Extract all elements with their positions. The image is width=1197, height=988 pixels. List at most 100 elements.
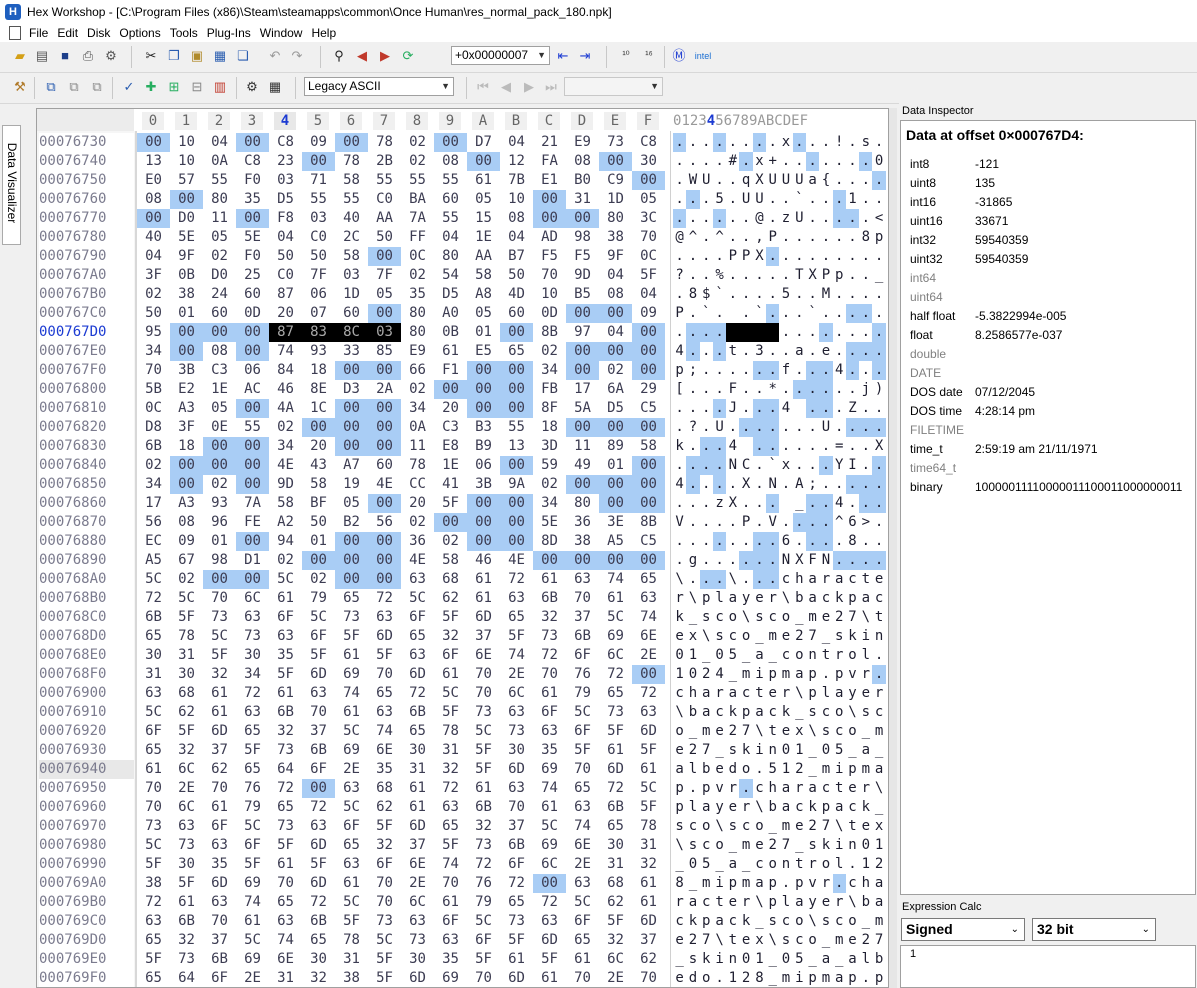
hex-byte-cell[interactable]: 04 bbox=[137, 247, 170, 266]
hex-byte-cell[interactable]: 6D bbox=[401, 969, 434, 987]
hex-byte-cell[interactable]: 05 bbox=[335, 494, 368, 513]
hex-byte-cell[interactable]: 6C bbox=[533, 855, 566, 874]
ascii-cell[interactable]: 4...t.3..a.e.... bbox=[673, 342, 887, 361]
ascii-cell[interactable]: e 2 7 \ t e x \ s c o _ m e 2 7 bbox=[673, 931, 887, 950]
hex-byte-cell[interactable]: 73 bbox=[368, 912, 401, 931]
hex-byte-cell[interactable]: 00 bbox=[566, 475, 599, 494]
hex-byte-cell[interactable]: 6F bbox=[566, 722, 599, 741]
hex-byte-cell[interactable]: 30 bbox=[137, 646, 170, 665]
sign-mode-select[interactable]: Signed ⌄ bbox=[901, 918, 1025, 941]
hex-byte-cell[interactable]: 55 bbox=[335, 190, 368, 209]
hex-byte-cell[interactable]: 02 bbox=[137, 456, 170, 475]
hex-byte-cell[interactable]: 5B bbox=[137, 380, 170, 399]
hex-byte-cell[interactable]: 5F bbox=[599, 912, 632, 931]
hex-byte-cell[interactable]: C0 bbox=[302, 228, 335, 247]
hex-byte-cell[interactable]: D5 bbox=[599, 399, 632, 418]
hex-byte-cell[interactable]: 73 bbox=[170, 836, 203, 855]
hex-byte-cell[interactable]: 9F bbox=[599, 247, 632, 266]
hex-byte-cell[interactable]: F8 bbox=[269, 209, 302, 228]
hex-byte-cell[interactable]: 00 bbox=[632, 456, 665, 475]
hex-byte-cell[interactable]: 21 bbox=[533, 133, 566, 152]
structure-icon[interactable]: ⊞ bbox=[165, 78, 183, 96]
hex-byte-cell[interactable]: 6D bbox=[203, 722, 236, 741]
hex-byte-cell[interactable]: 00 bbox=[236, 323, 269, 342]
hex-byte-cell[interactable]: 37 bbox=[467, 627, 500, 646]
hex-byte-cell[interactable]: 00 bbox=[632, 342, 665, 361]
hex-byte-cell[interactable]: 30 bbox=[236, 646, 269, 665]
hex-byte-cell[interactable]: 5C bbox=[269, 570, 302, 589]
inspector-row[interactable]: uint32 59540359 bbox=[910, 250, 1195, 269]
table-row[interactable]: 000767D0 95 00 00 00 87 83 8C 03 80 0B 01 00 8B 97 04 00… bbox=[37, 323, 888, 342]
hex-byte-cell[interactable]: 63 bbox=[368, 703, 401, 722]
hex-byte-cell[interactable]: 13 bbox=[137, 152, 170, 171]
hex-byte-cell[interactable]: 63 bbox=[302, 684, 335, 703]
ascii-cell[interactable]: \ b a c k p a c k _ s c o \ s c bbox=[673, 703, 887, 722]
hex-byte-cell[interactable]: 80 bbox=[401, 304, 434, 323]
hex-byte-cell[interactable]: 6B bbox=[500, 836, 533, 855]
hex-byte-cell[interactable]: 61 bbox=[335, 874, 368, 893]
table-row[interactable]: 00076890 A5 67 98 D1 02 00 00 00 4E 58 46 4E 00 00 00 00… bbox=[37, 551, 888, 570]
base-converter-icon[interactable]: ¹⁶ bbox=[640, 47, 658, 65]
hex-byte-cell[interactable]: 32 bbox=[368, 836, 401, 855]
hex-byte-cell[interactable]: 00 bbox=[467, 513, 500, 532]
table-row[interactable]: 00076780 40 5E 05 5E 04 C0 2C 50 FF 04 1E 04 AD 98 38 70… bbox=[37, 228, 888, 247]
hex-byte-cell[interactable]: AD bbox=[533, 228, 566, 247]
hex-byte-cell[interactable]: 70 bbox=[434, 874, 467, 893]
hex-byte-cell[interactable]: 8C bbox=[335, 323, 368, 342]
hex-byte-cell[interactable]: 8D bbox=[533, 532, 566, 551]
hex-byte-cell[interactable]: 5F bbox=[434, 703, 467, 722]
hex-byte-cell[interactable]: 5F bbox=[632, 741, 665, 760]
hex-byte-cell[interactable]: 5F bbox=[302, 855, 335, 874]
hex-byte-cell[interactable]: 41 bbox=[434, 475, 467, 494]
hex-byte-cell[interactable]: 69 bbox=[236, 950, 269, 969]
hex-byte-cell[interactable]: 0C bbox=[632, 247, 665, 266]
table-row[interactable]: 00076860 17 A3 93 7A 58 BF 05 00 20 5F 00 00 34 80 00 00… bbox=[37, 494, 888, 513]
hex-byte-cell[interactable]: 56 bbox=[137, 513, 170, 532]
chevron-down-icon[interactable]: ⌄ bbox=[1142, 919, 1150, 940]
hex-byte-cell[interactable]: 00 bbox=[170, 323, 203, 342]
hex-byte-cell[interactable]: 79 bbox=[236, 798, 269, 817]
hex-byte-cell[interactable]: 10 bbox=[170, 152, 203, 171]
hex-byte-cell[interactable]: 70 bbox=[533, 266, 566, 285]
hex-byte-cell[interactable]: 00 bbox=[533, 209, 566, 228]
compare-icon[interactable]: ⧉ bbox=[42, 78, 60, 96]
hex-byte-cell[interactable]: 1C bbox=[302, 399, 335, 418]
hex-byte-cell[interactable]: 93 bbox=[302, 342, 335, 361]
hex-byte-cell[interactable]: 00 bbox=[500, 456, 533, 475]
hex-byte-cell[interactable]: 00 bbox=[566, 418, 599, 437]
hex-byte-cell[interactable]: 6D bbox=[599, 760, 632, 779]
hex-byte-cell[interactable]: 5F bbox=[236, 741, 269, 760]
hex-byte-cell[interactable]: 6D bbox=[500, 969, 533, 987]
hex-byte-cell[interactable]: 04 bbox=[500, 133, 533, 152]
hex-byte-cell[interactable]: 70 bbox=[467, 969, 500, 987]
hex-byte-cell[interactable]: 10 bbox=[170, 133, 203, 152]
hex-byte-cell[interactable]: 00 bbox=[203, 437, 236, 456]
hex-byte-cell[interactable]: 3D bbox=[533, 437, 566, 456]
hex-byte-cell[interactable]: 78 bbox=[632, 817, 665, 836]
chevron-down-icon[interactable]: ▼ bbox=[650, 78, 659, 95]
hex-byte-cell[interactable]: 6D bbox=[302, 665, 335, 684]
hex-byte-cell[interactable]: 5C bbox=[467, 912, 500, 931]
table-row[interactable]: 000769D0 65 32 37 5C 74 65 78 5C 73 63 6F 5F 6D 65 32 37… bbox=[37, 931, 888, 950]
hex-byte-cell[interactable]: 79 bbox=[467, 893, 500, 912]
hex-byte-cell[interactable]: 6D bbox=[467, 608, 500, 627]
menu-plug-ins[interactable]: Plug-Ins bbox=[207, 26, 260, 40]
copy-icon[interactable]: ❐ bbox=[165, 47, 183, 65]
hex-byte-cell[interactable]: 00 bbox=[335, 361, 368, 380]
hex-byte-cell[interactable]: 6D bbox=[500, 760, 533, 779]
hex-byte-cell[interactable]: B2 bbox=[335, 513, 368, 532]
table-row[interactable]: 00076900 63 68 61 72 61 63 74 65 72 5C 70 6C 61 79 65 72… bbox=[37, 684, 888, 703]
hex-byte-cell[interactable]: 61 bbox=[566, 950, 599, 969]
hex-byte-cell[interactable]: 93 bbox=[203, 494, 236, 513]
table-row[interactable]: 00076770 00 D0 11 00 F8 03 40 AA 7A 55 15 08 00 00 80 3C… bbox=[37, 209, 888, 228]
hex-byte-cell[interactable]: 00 bbox=[137, 133, 170, 152]
hex-byte-cell[interactable]: 30 bbox=[632, 152, 665, 171]
hex-byte-cell[interactable]: 34 bbox=[533, 361, 566, 380]
hex-byte-cell[interactable]: 5E bbox=[533, 513, 566, 532]
hex-byte-cell[interactable]: 6B bbox=[203, 950, 236, 969]
hex-byte-cell[interactable]: 6C bbox=[599, 950, 632, 969]
hex-byte-cell[interactable]: 00 bbox=[236, 133, 269, 152]
ascii-cell[interactable]: ....PPX......... bbox=[673, 247, 887, 266]
hex-byte-cell[interactable]: 67 bbox=[170, 551, 203, 570]
hex-byte-cell[interactable]: 30 bbox=[302, 950, 335, 969]
